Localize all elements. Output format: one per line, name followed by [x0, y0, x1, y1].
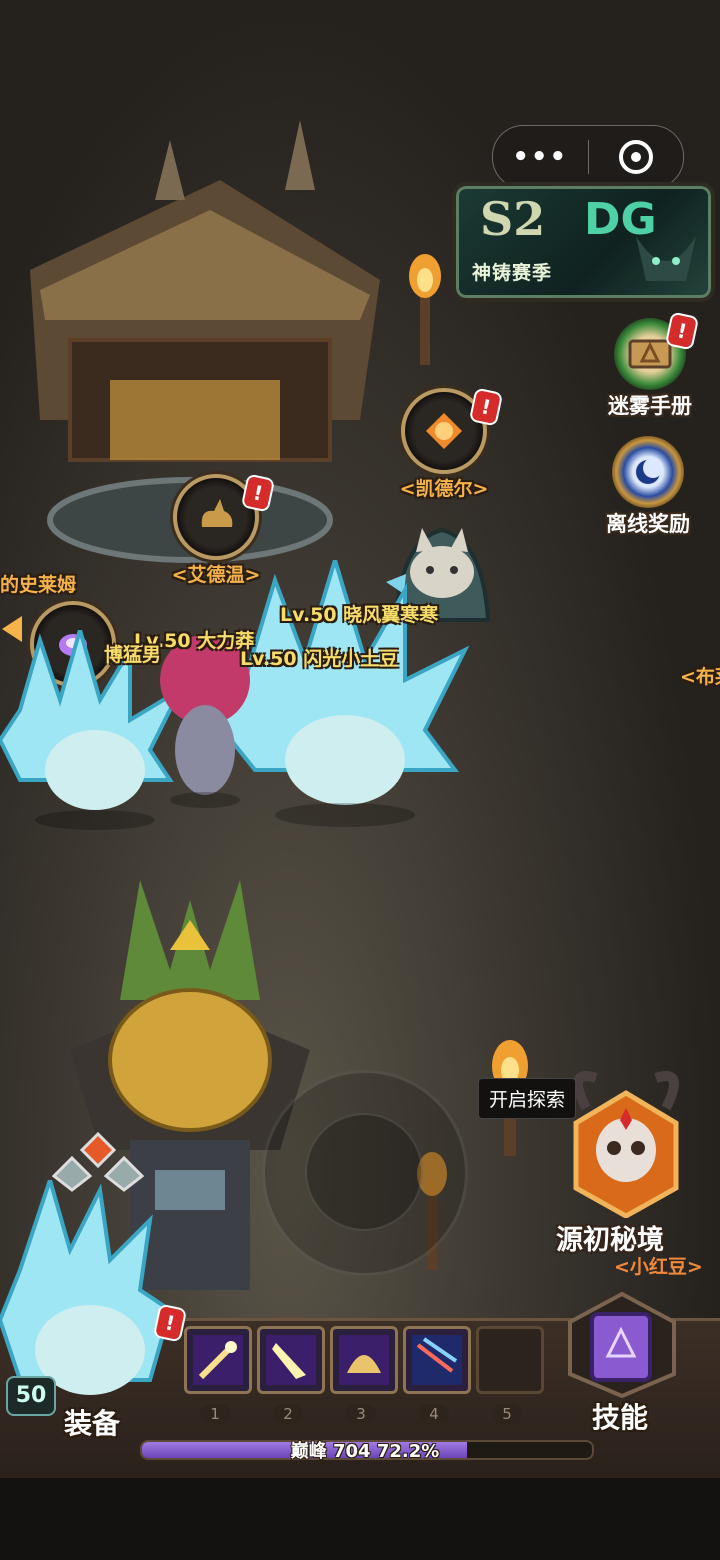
npc-name: <布莱	[680, 666, 720, 688]
skill-slot-2[interactable]	[257, 1326, 325, 1394]
slot-number: 4	[403, 1404, 465, 1424]
skill-book-icon[interactable]	[566, 1290, 678, 1400]
season-number: S2	[480, 192, 546, 246]
npc-name: 的史莱姆	[0, 574, 77, 596]
dungeon-owner-label: <小红豆>	[614, 1256, 703, 1278]
meteor-shower-skill-icon	[412, 1335, 462, 1385]
npc-name: <凯德尔>	[399, 478, 489, 500]
player-name-label: Lv.50 闪光小土豆	[240, 648, 399, 670]
slot-number: 1	[184, 1404, 246, 1424]
fog-manual-button[interactable]: ! 迷雾手册	[590, 311, 710, 420]
torch	[409, 254, 441, 365]
offline-reward-label: 离线奖励	[606, 512, 690, 536]
skill-slot-4[interactable]	[403, 1326, 471, 1394]
dome-shield-skill-icon	[339, 1335, 389, 1385]
skill-slot-5[interactable]	[476, 1326, 544, 1394]
slot-number: 5	[476, 1404, 538, 1424]
more-dots-icon: •••	[512, 142, 569, 172]
explore-tooltip: 开启探索	[478, 1078, 577, 1119]
fog-manual-label: 迷雾手册	[608, 394, 692, 418]
slot-number: 2	[257, 1404, 319, 1424]
peak-percent-text: 72.2%	[376, 1441, 440, 1462]
bottom-safe-area	[0, 1478, 720, 1560]
light-beam-skill-icon	[266, 1335, 316, 1385]
more-menu-button[interactable]: •••	[493, 126, 588, 188]
peak-level-text: 巅峰 704	[290, 1441, 371, 1462]
virtual-joystick-knob[interactable]	[305, 1113, 423, 1231]
npc-offscreen-right[interactable]: <布莱	[680, 662, 720, 689]
skill-slot-3[interactable]	[330, 1326, 398, 1394]
miniprogram-capsule: •••	[492, 125, 684, 189]
player-name-label: Lv.50 晓风翼寒寒	[280, 604, 439, 626]
moon-sun-icon	[612, 436, 684, 508]
offline-reward-button[interactable]: 离线奖励	[588, 436, 708, 538]
primordial-dungeon-portal[interactable]	[566, 1068, 686, 1218]
demon-helmet-icon	[636, 236, 696, 281]
game-scene[interactable]: ••• S2 DG 神铸赛季 ! 迷雾手册 离线奖励 ! <凯德尔> ! <艾德…	[0, 0, 720, 1560]
target-close-icon	[618, 140, 653, 174]
close-miniprogram-button[interactable]	[589, 126, 684, 188]
comet-skill-icon	[193, 1335, 243, 1385]
skills-label[interactable]: 技能	[592, 1396, 648, 1436]
alert-badge: !	[468, 387, 504, 427]
alert-badge: !	[664, 311, 700, 351]
player-level: 50	[6, 1376, 56, 1416]
peak-xp-text: 巅峰 704 72.2%	[140, 1437, 590, 1463]
equipment-label[interactable]: 装备	[64, 1402, 120, 1442]
skill-slot-1[interactable]	[184, 1326, 252, 1394]
season-label: 神铸赛季	[472, 262, 553, 284]
slot-number: 3	[330, 1404, 392, 1424]
npc-kaider[interactable]: ! <凯德尔>	[396, 387, 504, 501]
season-banner[interactable]: S2 DG 神铸赛季	[452, 182, 715, 302]
player-name-label: 博猛男	[104, 644, 162, 666]
